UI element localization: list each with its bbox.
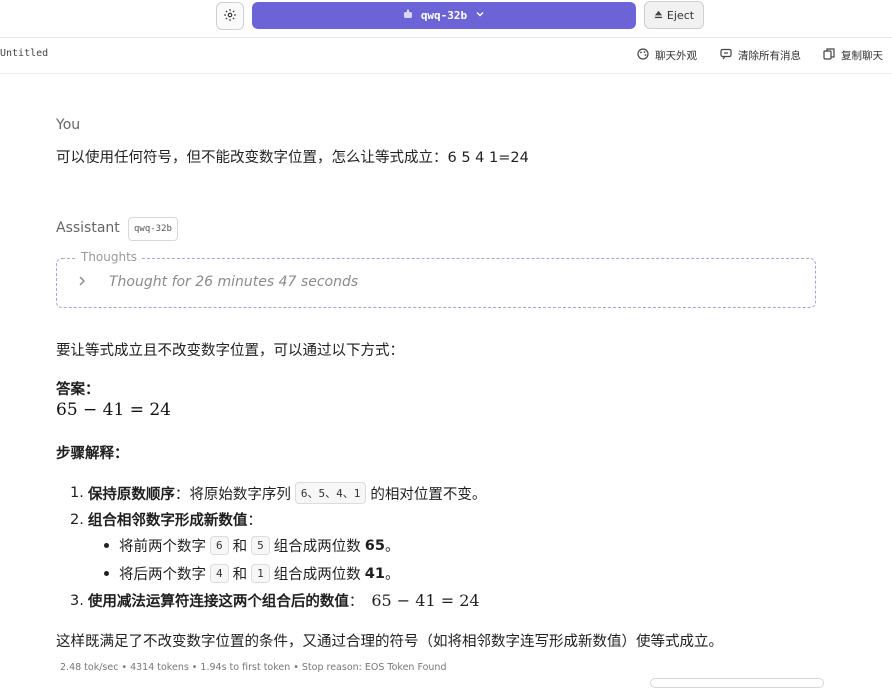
step-2: 2. 组合相邻数字形成新数值 ：: [70, 509, 262, 530]
clear-all-messages-button[interactable]: 清除所有消息: [720, 48, 801, 63]
substep-result: 65: [364, 537, 385, 554]
step-number: 1.: [70, 485, 84, 501]
copy-chat-label: 复制聊天: [841, 50, 883, 62]
substep-text: 和: [232, 567, 248, 583]
inline-code: 6: [210, 536, 229, 555]
bullet-icon: [104, 571, 109, 576]
answer-equation: 65 − 41 = 24: [56, 400, 171, 420]
inline-code: 1: [251, 564, 270, 583]
steps-heading: 步骤解释：: [56, 446, 129, 462]
step-equation: 65 − 41 = 24: [371, 591, 480, 610]
substep-text: 将后两个数字: [119, 567, 206, 583]
chat-title[interactable]: Untitled: [0, 48, 48, 59]
substep-2: 将后两个数字 4 和 1 组合成两位数 41 。: [104, 563, 399, 584]
substep-text: 组合成两位数: [273, 539, 361, 555]
chevron-down-icon: [475, 9, 485, 22]
step-number: 3.: [70, 592, 84, 609]
answer-heading: 答案：: [56, 382, 100, 398]
substep-text: 将前两个数字: [119, 539, 206, 555]
copy-chat-button[interactable]: 复制聊天: [823, 48, 883, 63]
step-number: 2.: [70, 511, 84, 528]
eject-label: Eject: [666, 8, 695, 22]
inline-code: 6、5、4、1: [294, 482, 367, 504]
step-1: 1. 保持原数顺序 ：将原始数字序列 6、5、4、1 的相对位置不变。: [70, 482, 486, 504]
chat-appearance-label: 聊天外观: [655, 50, 697, 62]
assistant-role-label: Assistant: [56, 220, 120, 236]
user-message: 可以使用任何符号，但不能改变数字位置，怎么让等式成立：6 5 4 1=24: [56, 150, 529, 166]
step-title: 使用减法运算符连接这两个组合后的数值: [87, 594, 349, 610]
substep-text: 。: [384, 567, 400, 583]
model-selector-button[interactable]: qwq-32b: [252, 2, 636, 29]
user-role-label: You: [56, 117, 81, 133]
chevron-right-icon[interactable]: [77, 275, 87, 291]
clear-all-messages-label: 清除所有消息: [738, 50, 801, 62]
palette-icon: [637, 48, 649, 63]
assistant-model-tag: qwq-32b: [128, 217, 178, 241]
substep-text: 和: [232, 539, 248, 555]
conclusion-text: 这样既满足了不改变数字位置的条件，又通过合理的符号（如将相邻数字连写形成新数值）…: [56, 634, 723, 650]
thoughts-panel[interactable]: Thoughts Thought for 26 minutes 47 secon…: [56, 250, 816, 308]
eject-button[interactable]: Eject: [644, 1, 704, 29]
thoughts-label: Thoughts: [77, 250, 142, 264]
step-3: 3. 使用减法运算符连接这两个组合后的数值 ： 65 − 41 = 24: [70, 590, 480, 611]
step-title: 组合相邻数字形成新数值: [87, 513, 248, 529]
settings-button[interactable]: [216, 2, 244, 30]
message-clear-icon: [720, 48, 732, 63]
substep-1: 将前两个数字 6 和 5 组合成两位数 65 。: [104, 535, 399, 556]
inline-code: 4: [210, 564, 229, 583]
thoughts-summary: Thought for 26 minutes 47 seconds: [109, 274, 359, 290]
step-text: ：将原始数字序列: [174, 486, 291, 503]
bullet-icon: [104, 543, 109, 548]
step-text: 的相对位置不变。: [370, 486, 487, 503]
top-bar: qwq-32b Eject: [0, 0, 892, 38]
step-text: ：: [348, 594, 364, 610]
substep-result: 41: [364, 565, 385, 582]
model-name: qwq-32b: [420, 9, 468, 22]
eject-icon: [654, 9, 663, 22]
substep-text: 。: [384, 539, 400, 555]
step-title: 保持原数顺序: [87, 486, 175, 503]
chat-appearance-button[interactable]: 聊天外观: [637, 48, 697, 63]
inline-code: 5: [251, 536, 270, 555]
generation-stats: 2.48 tok/sec • 4314 tokens • 1.94s to fi…: [60, 662, 447, 673]
robot-icon: [403, 9, 413, 22]
message-input-box[interactable]: [650, 678, 824, 688]
chat-header: Untitled 聊天外观 清除所有消息 复制聊天: [0, 38, 892, 74]
substep-text: 组合成两位数: [273, 567, 361, 583]
copy-icon: [823, 48, 835, 63]
gear-icon: [223, 7, 237, 26]
answer-intro: 要让等式成立且不改变数字位置，可以通过以下方式：: [56, 343, 404, 359]
step-text: ：: [247, 513, 262, 529]
